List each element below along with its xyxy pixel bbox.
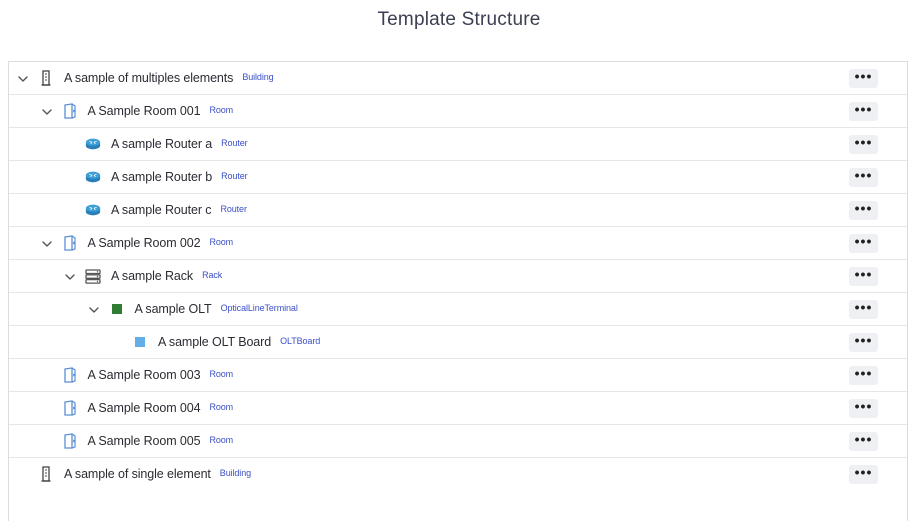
more-actions-button[interactable]: ••• bbox=[849, 300, 878, 319]
tree-item-name: A Sample Room 002 bbox=[87, 236, 201, 250]
tree-row[interactable]: A sample Router b Router ••• bbox=[9, 161, 907, 194]
tree-item-label: A Sample Room 005 Room bbox=[88, 434, 234, 448]
tree-row[interactable]: A sample OLT Board OLTBoard ••• bbox=[9, 326, 907, 359]
more-actions-button[interactable]: ••• bbox=[849, 333, 878, 352]
tree-row[interactable]: A Sample Room 003 Room ••• bbox=[9, 359, 907, 392]
tree-item-type: Router bbox=[221, 138, 248, 148]
tree-item-type: Router bbox=[220, 204, 247, 214]
tree-item-name: A sample of single element bbox=[64, 467, 211, 481]
more-actions-button[interactable]: ••• bbox=[849, 201, 878, 220]
tree-item-type: Building bbox=[219, 468, 252, 478]
more-actions-button[interactable]: ••• bbox=[849, 234, 878, 253]
tree-row[interactable]: A Sample Room 002 Room ••• bbox=[9, 227, 907, 260]
room-icon bbox=[62, 235, 78, 251]
more-dots-icon: ••• bbox=[854, 463, 873, 480]
more-actions-button[interactable]: ••• bbox=[849, 102, 878, 121]
more-dots-icon: ••• bbox=[854, 397, 873, 414]
tree-item-name: A sample Router a bbox=[111, 137, 213, 151]
tree-item-type: Room bbox=[209, 435, 234, 445]
tree-item-label: A sample OLT Board OLTBoard bbox=[158, 335, 320, 349]
olt-icon bbox=[109, 301, 125, 317]
tree-item-label: A Sample Room 004 Room bbox=[88, 401, 234, 415]
room-icon bbox=[62, 103, 78, 119]
tree-item-name: A sample Rack bbox=[111, 269, 194, 283]
tree-item-type: OpticalLineTerminal bbox=[220, 303, 298, 313]
tree-item-type: Rack bbox=[202, 270, 223, 280]
tree-row[interactable]: A Sample Room 001 Room ••• bbox=[9, 95, 907, 128]
more-dots-icon: ••• bbox=[854, 265, 873, 282]
tree-item-label: A sample OLT OpticalLineTerminal bbox=[135, 302, 298, 316]
chevron-down-icon[interactable] bbox=[41, 105, 53, 117]
room-icon bbox=[62, 367, 78, 383]
tree-item-type: Building bbox=[242, 72, 274, 82]
tree-item-label: A sample Rack Rack bbox=[111, 269, 222, 283]
more-actions-button[interactable]: ••• bbox=[849, 366, 878, 385]
tree-row[interactable]: A sample Rack Rack ••• bbox=[9, 260, 907, 293]
tree-item-label: A sample of multiples elements Building bbox=[64, 71, 274, 85]
more-actions-button[interactable]: ••• bbox=[849, 432, 878, 451]
tree-item-type: Room bbox=[209, 369, 234, 379]
rack-icon bbox=[85, 268, 101, 284]
more-dots-icon: ••• bbox=[854, 331, 873, 348]
more-dots-icon: ••• bbox=[854, 67, 873, 84]
page-title: Template Structure bbox=[377, 9, 541, 30]
olt-board-icon bbox=[132, 334, 148, 350]
tree-item-label: A Sample Room 002 Room bbox=[88, 236, 234, 250]
chevron-down-icon[interactable] bbox=[64, 270, 76, 282]
more-dots-icon: ••• bbox=[854, 166, 873, 183]
building-icon bbox=[38, 70, 54, 86]
tree-item-name: A sample Router b bbox=[111, 170, 213, 184]
more-dots-icon: ••• bbox=[854, 199, 873, 216]
tree-row[interactable]: A sample of single element Building ••• bbox=[9, 458, 907, 491]
tree-item-label: A sample of single element Building bbox=[64, 467, 251, 481]
more-actions-button[interactable]: ••• bbox=[849, 267, 878, 286]
more-actions-button[interactable]: ••• bbox=[849, 135, 878, 154]
chevron-down-icon[interactable] bbox=[88, 303, 100, 315]
tree-row[interactable]: A sample Router c Router ••• bbox=[9, 194, 907, 227]
tree-item-type: Room bbox=[209, 105, 234, 115]
building-icon bbox=[38, 466, 54, 482]
more-dots-icon: ••• bbox=[854, 430, 873, 447]
tree-row[interactable]: A sample OLT OpticalLineTerminal ••• bbox=[9, 293, 907, 326]
tree-item-type: Room bbox=[209, 402, 234, 412]
more-actions-button[interactable]: ••• bbox=[849, 399, 878, 418]
tree-row[interactable]: A sample of multiples elements Building ••… bbox=[9, 62, 907, 95]
tree-item-type: Room bbox=[209, 237, 234, 247]
chevron-down-icon[interactable] bbox=[41, 237, 53, 249]
more-dots-icon: ••• bbox=[854, 232, 873, 249]
tree-item-label: A Sample Room 001 Room bbox=[88, 104, 234, 118]
more-actions-button[interactable]: ••• bbox=[849, 465, 878, 484]
chevron-down-icon[interactable] bbox=[17, 72, 29, 84]
router-icon bbox=[85, 169, 101, 185]
tree-item-label: A Sample Room 003 Room bbox=[88, 368, 234, 382]
tree-item-name: A Sample Room 004 bbox=[87, 401, 201, 415]
tree-item-label: A sample Router b Router bbox=[111, 170, 248, 184]
more-actions-button[interactable]: ••• bbox=[849, 69, 878, 88]
tree-item-name: A Sample Room 005 bbox=[87, 434, 201, 448]
router-icon bbox=[85, 202, 101, 218]
tree-item-name: A sample of multiples elements bbox=[64, 71, 234, 85]
tree-item-type: Router bbox=[221, 171, 248, 181]
more-dots-icon: ••• bbox=[854, 100, 873, 117]
tree-row[interactable]: A Sample Room 005 Room ••• bbox=[9, 425, 907, 458]
template-tree: A sample of multiples elements Building ••… bbox=[8, 61, 908, 521]
tree-row[interactable]: A Sample Room 004 Room ••• bbox=[9, 392, 907, 425]
more-dots-icon: ••• bbox=[854, 298, 873, 315]
tree-item-name: A Sample Room 003 bbox=[87, 368, 201, 382]
tree-item-name: A sample OLT bbox=[134, 302, 212, 316]
tree-item-label: A sample Router c Router bbox=[111, 203, 247, 217]
more-dots-icon: ••• bbox=[854, 364, 873, 381]
room-icon bbox=[62, 433, 78, 449]
tree-row[interactable]: A sample Router a Router ••• bbox=[9, 128, 907, 161]
tree-item-label: A sample Router a Router bbox=[111, 137, 248, 151]
more-dots-icon: ••• bbox=[854, 133, 873, 150]
more-actions-button[interactable]: ••• bbox=[849, 168, 878, 187]
room-icon bbox=[62, 400, 78, 416]
router-icon bbox=[85, 136, 101, 152]
tree-item-name: A sample OLT Board bbox=[158, 335, 272, 349]
tree-item-name: A Sample Room 001 bbox=[87, 104, 201, 118]
tree-item-type: OLTBoard bbox=[280, 336, 321, 346]
tree-item-name: A sample Router c bbox=[111, 203, 212, 217]
